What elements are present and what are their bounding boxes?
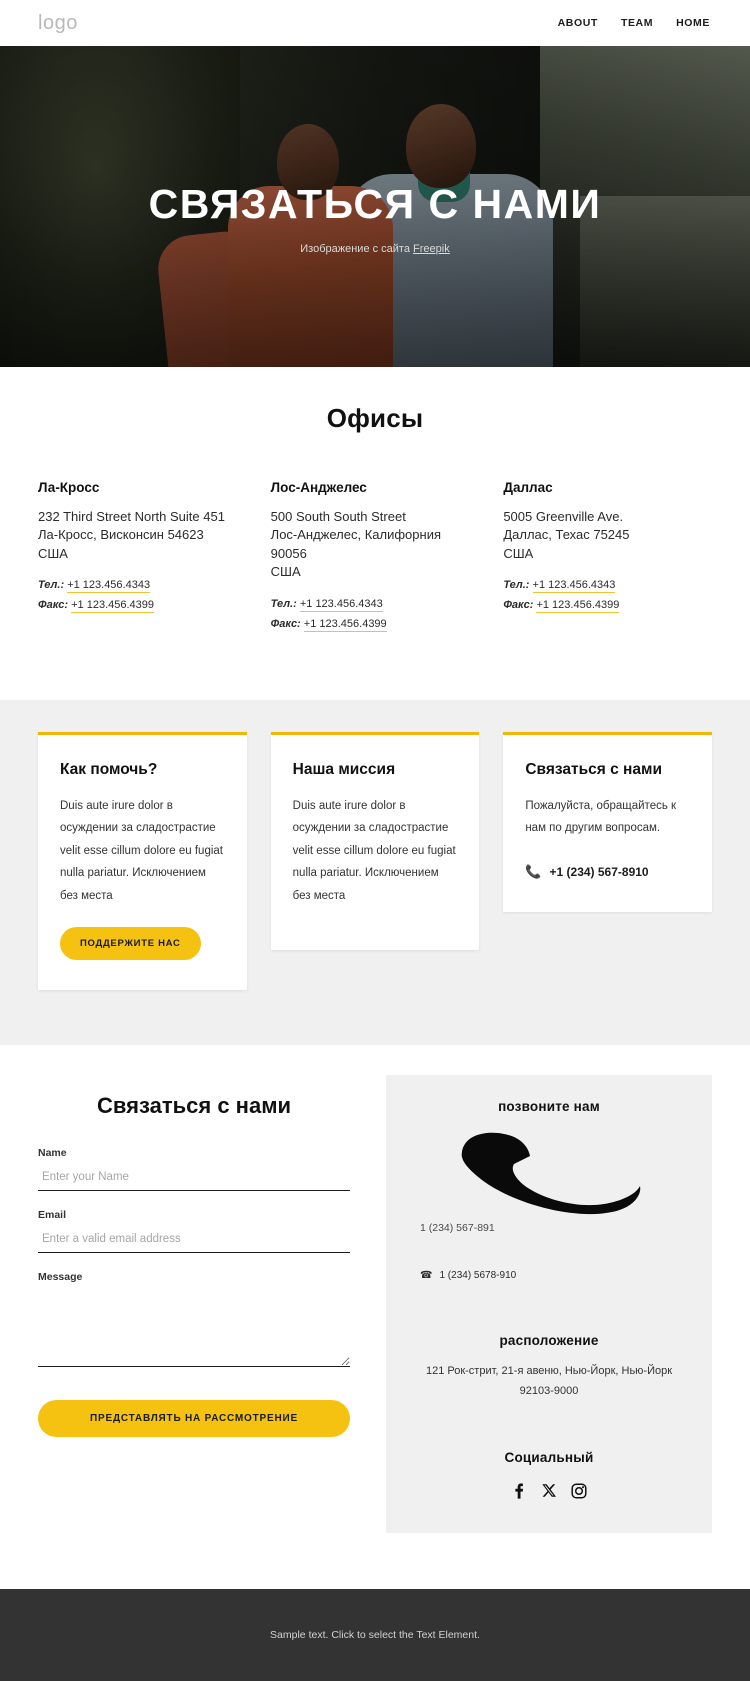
office-address: 5005 Greenville Ave. Даллас, Техас 75245… bbox=[503, 509, 630, 561]
message-field-group: Message bbox=[38, 1271, 350, 1372]
card-text: Пожалуйста, обращайтесь к нам по другим … bbox=[525, 799, 677, 835]
handset-icon-wrap bbox=[412, 1124, 686, 1216]
info-cards-section: Как помочь? Duis aute irure dolor в осуж… bbox=[0, 699, 750, 1045]
freepik-link[interactable]: Freepik bbox=[413, 243, 450, 255]
phone-icon-small: ☎ bbox=[420, 1269, 433, 1281]
office-card: Лос-Анджелес 500 South South Street Лос-… bbox=[271, 480, 480, 638]
x-twitter-icon[interactable] bbox=[541, 1483, 557, 1499]
office-address: 232 Third Street North Suite 451 Ла-Крос… bbox=[38, 509, 225, 561]
office-fax-line: Факс: +1 123.456.4399 bbox=[38, 599, 247, 614]
email-label: Email bbox=[38, 1208, 67, 1221]
site-footer: Sample text. Click to select the Text El… bbox=[0, 1588, 750, 1681]
office-fax-line: Факс: +1 123.456.4399 bbox=[503, 599, 712, 614]
call-number-secondary: 1 (234) 5678-910 bbox=[439, 1269, 517, 1281]
card-phone-row[interactable]: 📞 +1 (234) 567-8910 bbox=[525, 864, 690, 880]
call-number-primary: 1 (234) 567-891 bbox=[420, 1221, 495, 1234]
social-icons-row bbox=[412, 1482, 686, 1499]
office-tel-line: Тел.: +1 123.456.4343 bbox=[503, 579, 712, 594]
facebook-icon[interactable] bbox=[511, 1483, 527, 1499]
panel-spacer bbox=[412, 1281, 686, 1329]
contact-form-title: Связаться с нами bbox=[97, 1092, 291, 1118]
office-fax-label: Факс: bbox=[503, 599, 534, 612]
offices-title: Офисы bbox=[326, 403, 424, 433]
contact-side-panel: позвоните нам 1 (234) 567-891 ☎ 1 (234) … bbox=[386, 1074, 712, 1533]
card-text: Duis aute irure dolor в осуждении за сла… bbox=[292, 799, 456, 902]
office-tel-value[interactable]: +1 123.456.4343 bbox=[67, 579, 151, 594]
info-card-contact-us: Связаться с нами Пожалуйста, обращайтесь… bbox=[503, 731, 712, 912]
card-title: Как помочь? bbox=[60, 760, 158, 778]
main-navigation: ABOUT TEAM HOME bbox=[558, 17, 710, 29]
card-text: Duis aute irure dolor в осуждении за сла… bbox=[60, 799, 223, 902]
office-fax-label: Факс: bbox=[38, 599, 69, 612]
message-label: Message bbox=[38, 1270, 83, 1283]
nav-link-team[interactable]: TEAM bbox=[621, 17, 653, 29]
card-title: Наша миссия bbox=[292, 760, 396, 778]
offices-section: Офисы Ла-Кросс 232 Third Street North Su… bbox=[0, 367, 750, 700]
office-name: Ла-Кросс bbox=[38, 480, 100, 495]
location-address: 121 Рок-стрит, 21-я авеню, Нью-Йорк, Нью… bbox=[425, 1364, 673, 1397]
office-fax-value[interactable]: +1 123.456.4399 bbox=[536, 599, 620, 614]
email-input[interactable] bbox=[38, 1228, 350, 1253]
instagram-icon[interactable] bbox=[571, 1482, 587, 1499]
submit-button[interactable]: ПРЕДСТАВЛЯТЬ НА РАССМОТРЕНИЕ bbox=[38, 1399, 350, 1437]
office-name: Лос-Анджелес bbox=[270, 480, 367, 495]
info-card-how-to-help: Как помочь? Duis aute irure dolor в осуж… bbox=[38, 731, 247, 990]
location-heading: расположение bbox=[499, 1332, 599, 1348]
info-card-our-mission: Наша миссия Duis aute irure dolor в осуж… bbox=[270, 731, 480, 950]
support-us-button[interactable]: ПОДДЕРЖИТЕ НАС bbox=[60, 926, 201, 960]
office-card: Ла-Кросс 232 Third Street North Suite 45… bbox=[38, 480, 247, 638]
office-fax-label: Факс: bbox=[270, 617, 301, 630]
phone-icon: 📞 bbox=[525, 863, 542, 879]
office-tel-value[interactable]: +1 123.456.4343 bbox=[299, 597, 383, 612]
site-header: logo ABOUT TEAM HOME bbox=[0, 0, 750, 46]
contact-form: Связаться с нами Name Email Message ПРЕД… bbox=[38, 1075, 364, 1533]
site-logo[interactable]: logo bbox=[38, 12, 78, 35]
social-heading: Социальный bbox=[504, 1449, 594, 1465]
call-number-secondary-row[interactable]: ☎ 1 (234) 5678-910 bbox=[420, 1270, 686, 1281]
name-input[interactable] bbox=[38, 1166, 350, 1191]
call-us-heading: позвоните нам bbox=[498, 1098, 600, 1114]
contact-section: Связаться с нами Name Email Message ПРЕД… bbox=[0, 1044, 750, 1589]
office-fax-value[interactable]: +1 123.456.4399 bbox=[71, 599, 155, 614]
office-tel-label: Тел.: bbox=[270, 597, 297, 610]
office-card: Даллас 5005 Greenville Ave. Даллас, Теха… bbox=[503, 480, 712, 638]
hero-banner: СВЯЗАТЬСЯ С НАМИ Изображение с сайта Fre… bbox=[0, 46, 750, 367]
hero-credit-text: Изображение с сайта bbox=[300, 243, 414, 256]
info-cards-grid: Как помочь? Duis aute irure dolor в осуж… bbox=[0, 731, 750, 990]
hero-image-credit: Изображение с сайта Freepik bbox=[300, 243, 449, 255]
phone-handset-icon bbox=[461, 1132, 641, 1215]
nav-link-home[interactable]: HOME bbox=[676, 17, 710, 29]
name-label: Name bbox=[38, 1146, 67, 1159]
card-title: Связаться с нами bbox=[525, 760, 663, 778]
nav-link-about[interactable]: ABOUT bbox=[558, 17, 598, 29]
office-tel-line: Тел.: +1 123.456.4343 bbox=[270, 597, 480, 612]
email-field-group: Email bbox=[38, 1209, 350, 1253]
offices-grid: Ла-Кросс 232 Third Street North Suite 45… bbox=[0, 480, 750, 638]
office-address: 500 South South Street Лос-Анджелес, Кал… bbox=[270, 509, 442, 580]
footer-text[interactable]: Sample text. Click to select the Text El… bbox=[270, 1629, 480, 1641]
card-phone-number: +1 (234) 567-8910 bbox=[549, 864, 649, 879]
office-tel-line: Тел.: +1 123.456.4343 bbox=[38, 579, 247, 594]
office-fax-value[interactable]: +1 123.456.4399 bbox=[303, 617, 387, 632]
office-tel-label: Тел.: bbox=[503, 579, 530, 592]
panel-spacer-2 bbox=[412, 1402, 686, 1450]
name-field-group: Name bbox=[38, 1147, 350, 1191]
office-fax-line: Факс: +1 123.456.4399 bbox=[270, 617, 480, 632]
office-tel-value[interactable]: +1 123.456.4343 bbox=[532, 579, 616, 594]
hero-title: СВЯЗАТЬСЯ С НАМИ bbox=[148, 180, 602, 227]
office-name: Даллас bbox=[503, 480, 553, 495]
office-tel-label: Тел.: bbox=[38, 579, 65, 592]
message-textarea[interactable] bbox=[38, 1290, 350, 1367]
